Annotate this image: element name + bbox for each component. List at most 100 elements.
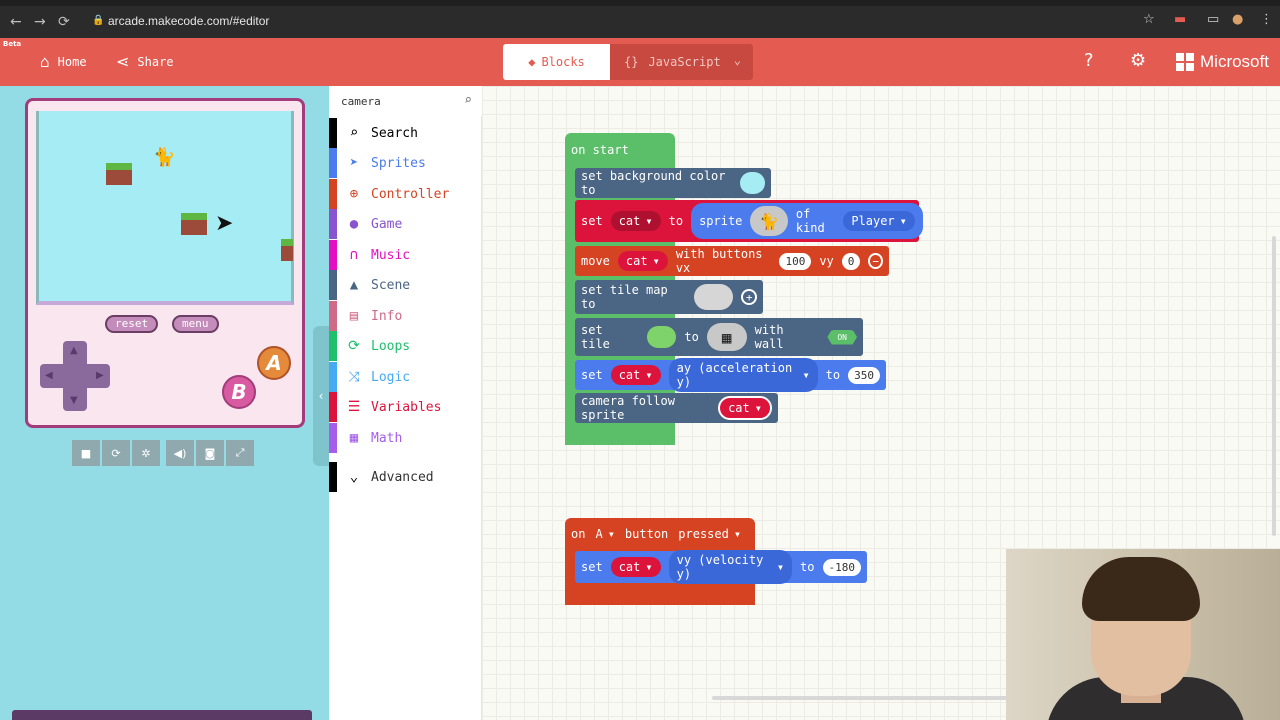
stop-icon[interactable]: ■ xyxy=(72,440,100,466)
block-text: to xyxy=(825,368,841,382)
toolbox-item-info[interactable]: ▤ Info xyxy=(329,301,482,331)
lock-icon: 🔒 xyxy=(92,15,105,26)
move-with-buttons-block[interactable]: move cat ▾ with buttons vx 100 vy 0 − xyxy=(575,246,889,276)
camera-follow-block[interactable]: camera follow sprite cat ▾ xyxy=(575,393,778,423)
address-bar[interactable]: 🔒 arcade.makecode.com/#editor xyxy=(84,9,1134,33)
vy-velocity-input[interactable]: -180 xyxy=(822,558,861,576)
toolbox-item-label: Scene xyxy=(371,277,411,293)
menu-button[interactable]: menu xyxy=(172,315,219,333)
set-tile-map-block[interactable]: set tile map to + xyxy=(575,280,763,314)
vy-input[interactable]: 0 xyxy=(841,252,861,270)
set-background-color-block[interactable]: set background color to xyxy=(575,168,771,198)
a-button[interactable]: A xyxy=(257,346,291,380)
sprite-image-slot[interactable]: 🐈 xyxy=(750,206,788,236)
share-label: Share xyxy=(137,54,174,69)
event-dropdown[interactable]: pressed ▾ xyxy=(676,527,743,541)
variable-dropdown[interactable]: cat ▾ xyxy=(610,557,661,577)
vx-input[interactable]: 100 xyxy=(779,252,812,270)
toolbox-item-game[interactable]: ● Game xyxy=(329,209,482,239)
tilemap-image-slot[interactable] xyxy=(694,284,734,310)
tile-image-slot[interactable]: ▦ xyxy=(706,323,747,351)
variable-dropdown[interactable]: cat ▾ xyxy=(610,211,661,231)
block-text: with buttons vx xyxy=(675,247,763,275)
tab-js-label: JavaScript xyxy=(648,55,721,69)
property-dropdown[interactable]: ay (acceleration y) ▾ xyxy=(668,358,818,392)
variable-dropdown[interactable]: cat ▾ xyxy=(610,365,661,385)
variable-dropdown[interactable]: cat ▾ xyxy=(718,396,772,420)
help-icon[interactable]: ? xyxy=(1084,50,1094,71)
tab-blocks[interactable]: ◆ Blocks xyxy=(503,44,610,80)
toolbox-item-label: Logic xyxy=(371,369,411,385)
collapse-simulator-button[interactable]: ‹ xyxy=(313,326,329,466)
toolbox-item-variables[interactable]: ☰ Variables xyxy=(329,392,482,422)
dpad-down-icon[interactable]: ▼ xyxy=(70,395,78,406)
share-button[interactable]: ⋖ Share xyxy=(116,52,174,71)
cast-icon[interactable]: ▭ xyxy=(1207,12,1219,27)
set-acceleration-block[interactable]: set cat ▾ ay (acceleration y) ▾ to 350 xyxy=(575,358,886,392)
dpad-right-icon[interactable]: ▶ xyxy=(96,370,104,381)
toolbox-item-math[interactable]: ▦ Math xyxy=(329,423,482,453)
settings-gear-icon[interactable]: ⚙ xyxy=(1130,50,1146,71)
set-velocity-block[interactable]: set cat ▾ vy (velocity y) ▾ to -180 xyxy=(575,550,867,584)
expand-plus-icon[interactable]: + xyxy=(741,289,757,305)
toolbox-item-label: Variables xyxy=(371,399,442,415)
button-dropdown[interactable]: A ▾ xyxy=(593,527,616,541)
reset-button[interactable]: reset xyxy=(105,315,159,333)
fullscreen-icon[interactable]: ⤢ xyxy=(226,440,254,466)
toolbox-item-loops[interactable]: ⟳ Loops xyxy=(329,331,482,361)
set-sprite-block[interactable]: set cat ▾ to sprite 🐈 of kind Player ▾ xyxy=(575,200,923,242)
block-text: set xyxy=(581,368,603,382)
search-input-value: camera xyxy=(341,95,381,108)
microsoft-label: Microsoft xyxy=(1200,52,1269,71)
ay-input[interactable]: 350 xyxy=(848,366,880,384)
collapse-minus-icon[interactable]: − xyxy=(868,253,883,269)
extension-icon[interactable]: ▬ xyxy=(1174,12,1186,27)
dpad[interactable]: ▲ ▼ ◀ ▶ xyxy=(40,341,110,411)
toolbox-search-input[interactable]: camera ⌕ xyxy=(329,86,482,116)
block-text: camera follow sprite xyxy=(581,394,675,422)
color-picker[interactable] xyxy=(739,172,765,194)
shuffle-icon: ⤨ xyxy=(348,369,360,385)
game-screen[interactable]: 🐈 ➤ xyxy=(36,111,294,305)
microsoft-logo[interactable]: Microsoft xyxy=(1176,52,1269,72)
toolbox-item-scene[interactable]: ▲ Scene xyxy=(329,270,482,300)
kind-dropdown[interactable]: Player ▾ xyxy=(843,211,915,231)
toolbox-item-sprites[interactable]: ➤ Sprites xyxy=(329,148,482,178)
restart-icon[interactable]: ⟳ xyxy=(102,440,130,466)
wall-toggle[interactable]: ON xyxy=(827,329,857,345)
bookmark-star-icon[interactable]: ☆ xyxy=(1143,12,1155,27)
toolbox-item-search[interactable]: ⌕ Search xyxy=(329,118,482,148)
grass-tile xyxy=(181,213,207,235)
on-button-header: on A ▾ button pressed ▾ xyxy=(571,527,743,541)
search-icon[interactable]: ⌕ xyxy=(464,93,472,108)
toolbox-item-music[interactable]: ∩ Music xyxy=(329,240,482,270)
sprite-block[interactable]: sprite 🐈 of kind Player ▾ xyxy=(691,203,923,239)
toolbox-item-controller[interactable]: ⊕ Controller xyxy=(329,179,482,209)
tab-javascript[interactable]: {} JavaScript ⌄ xyxy=(610,44,753,80)
property-dropdown[interactable]: vy (velocity y) ▾ xyxy=(668,550,793,584)
blocks-toolbox: camera ⌕ ⌕ Search ➤ Sprites ⊕ Controller… xyxy=(329,86,482,720)
screenshot-camera-icon[interactable]: ◙ xyxy=(196,440,224,466)
toolbox-item-logic[interactable]: ⤨ Logic xyxy=(329,362,482,392)
b-button[interactable]: B xyxy=(222,375,256,409)
tile-color-picker[interactable] xyxy=(646,326,677,348)
toolbox-item-advanced[interactable]: ⌄ Advanced xyxy=(329,462,482,492)
reload-icon[interactable]: ⟳ xyxy=(58,14,70,30)
mute-sound-icon[interactable]: ◀) xyxy=(166,440,194,466)
set-tile-wall-block[interactable]: set tile to ▦ with wall ON xyxy=(575,318,863,356)
variable-dropdown[interactable]: cat ▾ xyxy=(617,251,668,271)
vertical-scrollbar[interactable] xyxy=(1272,236,1276,536)
chevron-down-icon: ⌄ xyxy=(349,469,359,485)
back-icon[interactable]: ← xyxy=(10,14,22,30)
refresh-icon: ⟳ xyxy=(348,338,360,354)
dpad-left-icon[interactable]: ◀ xyxy=(45,370,53,381)
menu-dots-icon[interactable]: ⋮ xyxy=(1260,12,1273,27)
mouse-cursor-icon: ➤ xyxy=(215,211,234,236)
forward-icon[interactable]: → xyxy=(34,14,46,30)
horizontal-scrollbar[interactable] xyxy=(712,696,1012,700)
dpad-up-icon[interactable]: ▲ xyxy=(70,345,78,356)
profile-avatar[interactable]: ● xyxy=(1232,12,1243,27)
home-button[interactable]: ⌂ Home xyxy=(40,52,87,71)
chevron-down-icon[interactable]: ⌄ xyxy=(734,53,741,67)
debug-bug-icon[interactable]: ✲ xyxy=(132,440,160,466)
